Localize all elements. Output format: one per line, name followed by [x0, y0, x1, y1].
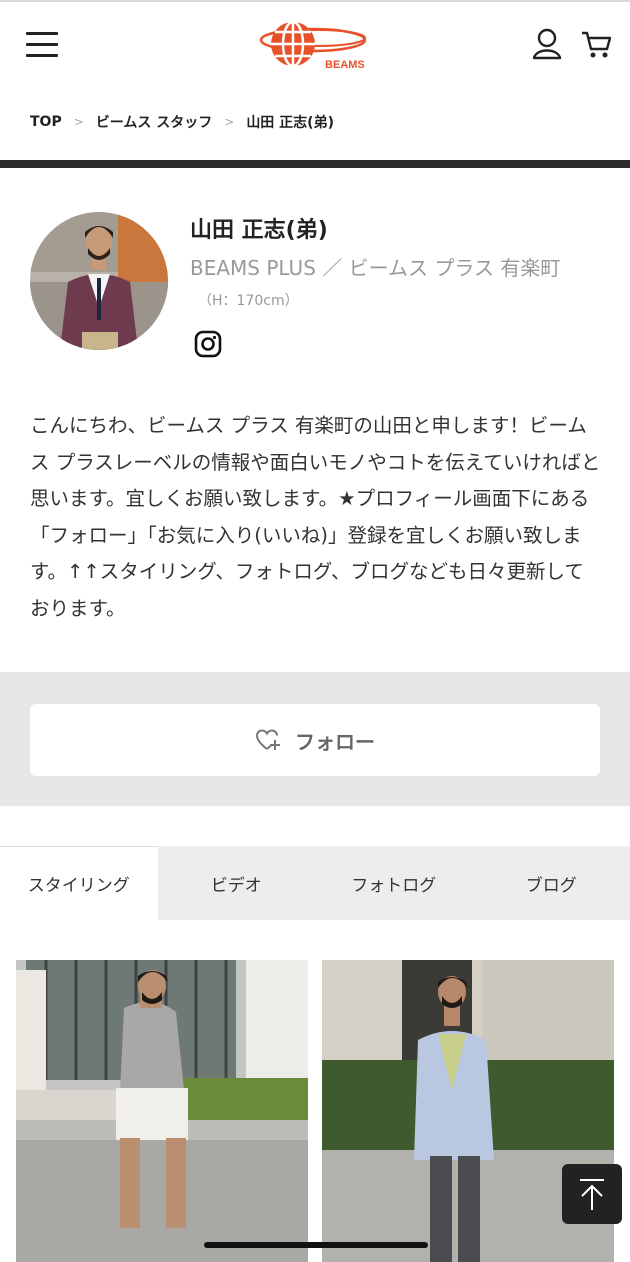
- styling-photo[interactable]: [16, 960, 308, 1262]
- tab-video[interactable]: ビデオ: [158, 846, 316, 920]
- breadcrumb: TOP > ビームス スタッフ > 山田 正志(弟): [30, 112, 334, 132]
- section-divider: [0, 160, 630, 168]
- staff-shop: BEAMS PLUS ／ ビームス プラス 有楽町: [190, 256, 561, 280]
- breadcrumb-separator: >: [73, 115, 84, 129]
- tab-photolog[interactable]: フォトログ: [315, 846, 473, 920]
- logo-text: BEAMS: [325, 59, 365, 71]
- breadcrumb-separator: >: [224, 115, 235, 129]
- home-indicator: [204, 1242, 428, 1248]
- breadcrumb-top[interactable]: TOP: [30, 114, 62, 130]
- content-tabs: スタイリング ビデオ フォトログ ブログ: [0, 846, 630, 920]
- arrow-up-to-top-icon: [580, 1179, 604, 1210]
- site-header: BEAMS: [0, 2, 630, 90]
- heart-plus-icon: [255, 729, 280, 750]
- cart-icon[interactable]: [580, 30, 612, 60]
- avatar: [30, 212, 168, 350]
- tab-blog[interactable]: ブログ: [473, 846, 630, 920]
- beams-logo[interactable]: BEAMS: [255, 18, 375, 72]
- hamburger-menu-icon[interactable]: [26, 32, 58, 58]
- follow-label: フォロー: [295, 729, 375, 754]
- back-to-top-button[interactable]: [562, 1164, 622, 1224]
- staff-bio: こんにちわ、ビームス プラス 有楽町の山田と申します！ビームス プラスレーベルの…: [30, 414, 601, 620]
- user-icon[interactable]: [532, 28, 562, 60]
- breadcrumb-current: 山田 正志(弟): [246, 115, 334, 131]
- breadcrumb-staff[interactable]: ビームス スタッフ: [96, 112, 212, 132]
- instagram-icon[interactable]: [194, 330, 222, 358]
- follow-button[interactable]: フォロー: [30, 704, 600, 776]
- staff-height: （H：170cm）: [198, 293, 299, 309]
- staff-name: 山田 正志(弟): [190, 218, 328, 243]
- tab-styling[interactable]: スタイリング: [0, 846, 158, 920]
